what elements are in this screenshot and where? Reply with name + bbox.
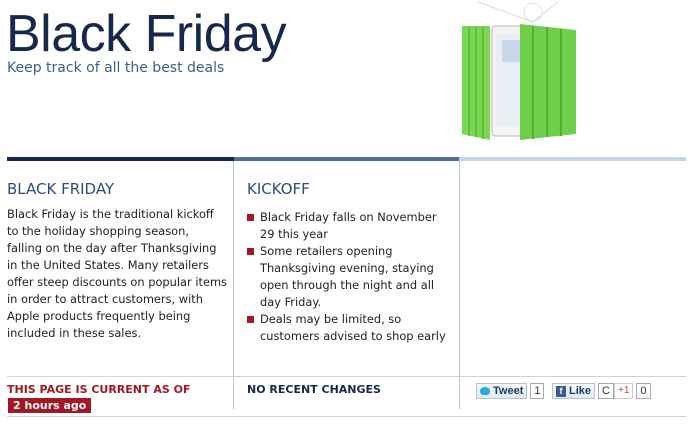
section-bar-left	[7, 157, 234, 161]
google-plus-widget: +1 0	[614, 383, 651, 399]
bottom-divider	[7, 416, 686, 417]
list-item: Some retailers opening Thanksgiving even…	[247, 243, 452, 311]
google-plus-count: 0	[636, 383, 651, 399]
list-item-text: Deals may be limited, so customers advis…	[260, 312, 446, 343]
footer-divider	[7, 376, 686, 377]
section-heading-kickoff: KICKOFF	[247, 180, 310, 198]
footer-column-divider	[233, 377, 234, 409]
google-plus-button[interactable]: +1	[614, 383, 634, 399]
page-title: Black Friday	[6, 5, 287, 63]
list-item: Deals may be limited, so customers advis…	[247, 311, 452, 345]
column-divider	[459, 161, 460, 376]
updated-ago-badge: 2 hours ago	[8, 398, 92, 413]
tweet-button[interactable]: Tweet	[476, 383, 528, 399]
section-bar-middle	[234, 157, 459, 161]
facebook-like-button[interactable]: f Like	[552, 383, 596, 399]
no-recent-changes-label: NO RECENT CHANGES	[247, 383, 381, 396]
list-item-text: Some retailers opening Thanksgiving even…	[260, 244, 435, 309]
footer-column-divider	[459, 377, 460, 409]
kickoff-list: Black Friday falls on November 29 this y…	[247, 209, 452, 345]
intro-paragraph: Black Friday is the traditional kickoff …	[7, 207, 227, 340]
ipad-smart-cover-image	[462, 1, 576, 140]
list-item-text: Black Friday falls on November 29 this y…	[260, 210, 437, 241]
tweet-count: 1	[530, 383, 545, 399]
bullet-square-icon	[247, 214, 254, 221]
page-subtitle: Keep track of all the best deals	[7, 60, 225, 76]
twitter-bird-icon	[480, 387, 490, 395]
current-as-of-label: THIS PAGE IS CURRENT AS OF	[7, 383, 191, 396]
bullet-square-icon	[247, 248, 254, 255]
like-widget: f Like C	[552, 383, 614, 399]
facebook-icon: f	[556, 385, 566, 397]
section-heading-black-friday: BLACK FRIDAY	[7, 180, 115, 198]
tweet-widget: Tweet 1	[476, 383, 545, 399]
section-bar-right	[459, 157, 686, 161]
column-divider	[233, 161, 234, 376]
like-label: Like	[569, 385, 592, 397]
tweet-label: Tweet	[493, 385, 524, 397]
like-count: C	[598, 383, 614, 399]
bullet-square-icon	[247, 316, 254, 323]
list-item: Black Friday falls on November 29 this y…	[247, 209, 452, 243]
